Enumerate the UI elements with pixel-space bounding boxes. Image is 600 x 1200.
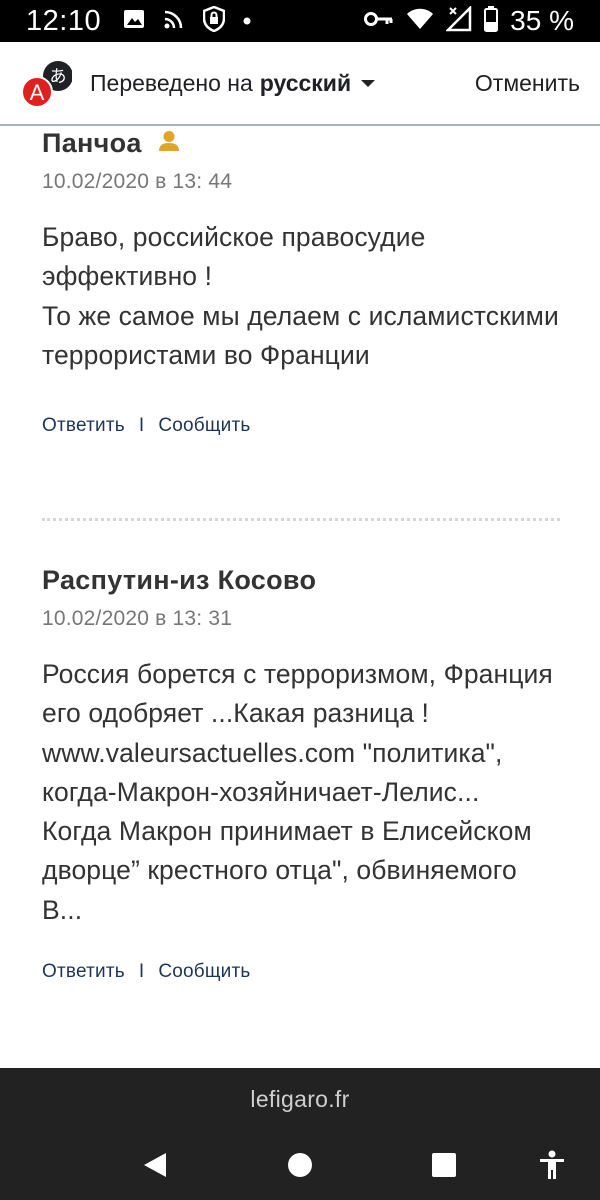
comment-date: 10.02/2020 в 13: 31 xyxy=(42,607,233,630)
battery-icon xyxy=(484,5,499,37)
comment-actions: Ответить I Сообщить xyxy=(42,415,562,437)
notification-dot-icon xyxy=(243,12,251,30)
gallery-icon xyxy=(123,9,145,34)
back-icon[interactable] xyxy=(142,1152,168,1183)
recents-icon[interactable] xyxy=(431,1152,457,1183)
dropdown-caret-icon xyxy=(361,80,376,87)
key-icon xyxy=(364,11,394,32)
cancel-translation-button[interactable]: Отменить xyxy=(475,70,580,97)
comment-divider xyxy=(42,518,560,521)
comment-actions: Ответить I Сообщить xyxy=(42,961,562,983)
accessibility-icon[interactable] xyxy=(538,1150,566,1185)
translated-to-label: Переведено на xyxy=(90,70,253,96)
report-link[interactable]: Сообщить xyxy=(158,415,250,437)
comment-item: Панчоа 10.02/2020 в 13: 44 Браво, россий… xyxy=(42,128,562,437)
comment-date: 10.02/2020 в 13: 44 xyxy=(42,170,233,193)
signal-icon xyxy=(445,4,472,37)
actions-separator: I xyxy=(138,415,145,437)
language-selector[interactable]: Переведено на русский xyxy=(90,70,376,97)
battery-percent: 35 % xyxy=(510,5,574,36)
language-label: русский xyxy=(259,70,352,96)
comments-list: Панчоа 10.02/2020 в 13: 44 Браво, россий… xyxy=(0,128,600,1068)
comment-body: Браво, российское правосудие эффективно … xyxy=(42,222,559,370)
reply-link[interactable]: Ответить xyxy=(42,415,125,437)
actions-separator: I xyxy=(138,961,145,983)
logo-letter: A xyxy=(30,80,45,105)
navigation-bar xyxy=(0,1130,600,1200)
wifi-icon xyxy=(406,8,434,35)
user-icon xyxy=(158,130,180,157)
home-icon[interactable] xyxy=(287,1152,313,1183)
comment-author[interactable]: Панчоа xyxy=(42,128,142,159)
comment-body: Россия борется с терроризмом, Франция ег… xyxy=(42,659,553,925)
report-link[interactable]: Сообщить xyxy=(158,961,250,983)
vpn-shield-icon xyxy=(202,5,226,37)
comment-item: Распутин-из Косово 10.02/2020 в 13: 31 Р… xyxy=(42,565,562,983)
status-time: 12:10 xyxy=(26,4,102,37)
translate-logo-icon: あ A xyxy=(20,60,73,108)
site-url-footer[interactable]: lefigaro.fr xyxy=(0,1068,600,1130)
comment-author[interactable]: Распутин-из Косово xyxy=(42,565,316,596)
logo-glyph: あ xyxy=(50,67,67,87)
cast-icon xyxy=(163,8,185,35)
translate-bar: あ A Переведено на русский Отменить xyxy=(0,42,600,126)
reply-link[interactable]: Ответить xyxy=(42,961,125,983)
status-bar: 12:10 35 % xyxy=(0,0,600,42)
